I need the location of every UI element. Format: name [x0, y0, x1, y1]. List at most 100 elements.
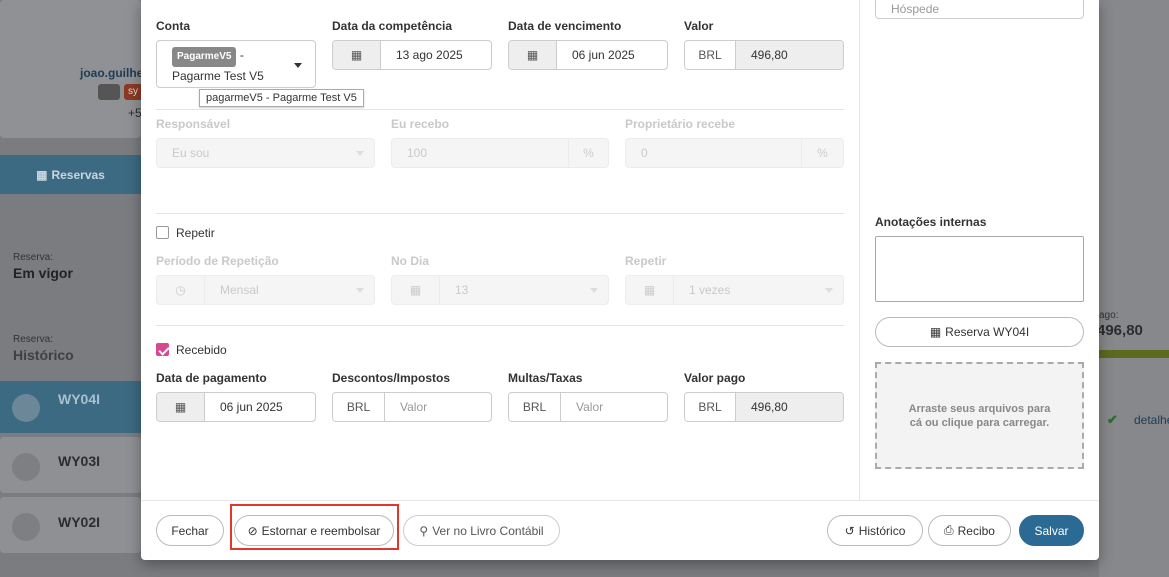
- reservas-tab[interactable]: ▦ Reservas: [0, 155, 141, 194]
- salvar-button[interactable]: Salvar: [1019, 515, 1084, 546]
- no-dia-label: No Dia: [391, 254, 430, 268]
- reserva-button[interactable]: ▦ Reserva WY04I: [875, 317, 1084, 347]
- vencimento-label: Data de vencimento: [508, 19, 622, 33]
- estornar-button[interactable]: ⊘ Estornar e reembolsar: [234, 515, 394, 546]
- globe-icon: [12, 394, 40, 422]
- eu-recebo-field[interactable]: 100 %: [391, 138, 609, 168]
- historico-label: Histórico: [858, 523, 906, 538]
- recibo-button[interactable]: ⎙ Recibo: [928, 515, 1011, 546]
- valor-value: 496,80: [736, 41, 843, 69]
- status2-label: Reserva:: [13, 334, 54, 345]
- conta-dash: -: [239, 48, 244, 62]
- currency-addon: BRL: [509, 393, 561, 421]
- footer-divider: [141, 500, 1099, 501]
- conta-tooltip: pagarmeV5 - Pagarme Test V5: [199, 89, 364, 107]
- descontos-input[interactable]: Valor: [385, 400, 491, 414]
- chevron-down-icon: [356, 150, 364, 156]
- ban-icon: ⊘: [247, 523, 258, 538]
- reservation-code: WY04I: [58, 391, 101, 407]
- calendar-icon: ▦: [157, 393, 205, 421]
- valor-field[interactable]: BRL 496,80: [684, 40, 844, 70]
- currency-addon: BRL: [333, 393, 385, 421]
- periodo-label: Período de Repetição: [156, 254, 279, 268]
- data-pagamento-field[interactable]: ▦ 06 jun 2025: [156, 392, 316, 422]
- currency-addon: BRL: [685, 41, 736, 69]
- search-icon: ⚲: [419, 523, 429, 538]
- percent-addon: %: [801, 139, 843, 167]
- reserva-button-label: Reserva WY04I: [945, 325, 1030, 339]
- payment-modal: Conta PagarmeV5 - Pagarme Test V5 pagarm…: [141, 0, 1099, 560]
- descontos-field[interactable]: BRL Valor: [332, 392, 492, 422]
- dropzone-text: Arraste seus arquivos para cá ou clique …: [908, 402, 1051, 429]
- reservas-tab-label: Reservas: [51, 167, 105, 182]
- chevron-down-icon: [825, 287, 833, 293]
- fechar-button[interactable]: Fechar: [156, 515, 224, 546]
- recebido-checkbox[interactable]: [156, 343, 169, 356]
- anotacoes-textarea[interactable]: [875, 236, 1084, 302]
- valor-pago-value: 496,80: [736, 393, 843, 421]
- calendar-icon: ▦: [333, 41, 381, 69]
- livro-label: Ver no Livro Contábil: [432, 523, 544, 538]
- hospede-input[interactable]: Hóspede: [875, 0, 1084, 19]
- fechar-label: Fechar: [171, 523, 209, 538]
- conta-name: Pagarme Test V5: [172, 69, 264, 83]
- right-amount: 496,80: [1097, 322, 1143, 339]
- responsavel-value: Eu sou: [172, 146, 210, 160]
- divider: [156, 109, 844, 110]
- status2-value: Histórico: [13, 347, 74, 363]
- estornar-label: Estornar e reembolsar: [261, 523, 381, 538]
- eu-recebo-label: Eu recebo: [391, 117, 450, 131]
- file-dropzone[interactable]: Arraste seus arquivos para cá ou clique …: [875, 362, 1084, 469]
- data-pagamento-label: Data de pagamento: [156, 371, 267, 385]
- periodo-select[interactable]: ◷ Mensal: [156, 275, 375, 305]
- conta-select[interactable]: PagarmeV5 - Pagarme Test V5: [156, 40, 316, 88]
- check-icon: ✔: [1107, 412, 1118, 427]
- vencimento-date-field[interactable]: ▦ 06 jun 2025: [508, 40, 668, 70]
- user-name: joao.guilhe: [80, 66, 144, 80]
- recibo-label: Recibo: [957, 523, 995, 538]
- data-pagamento-value: 06 jun 2025: [220, 400, 283, 414]
- anotacoes-label: Anotações internas: [875, 215, 987, 229]
- multas-label: Multas/Taxas: [508, 371, 583, 385]
- detail-link[interactable]: detalhe: [1134, 413, 1169, 427]
- livro-contabil-button[interactable]: ⚲ Ver no Livro Contábil: [403, 515, 560, 546]
- repetir-checkbox[interactable]: [156, 226, 169, 239]
- status1-label: Reserva:: [13, 252, 54, 263]
- reservation-code: WY02I: [58, 514, 101, 530]
- hospede-placeholder: Hóspede: [891, 1, 940, 16]
- divider: [156, 325, 844, 326]
- competencia-value: 13 ago 2025: [396, 48, 463, 62]
- history-icon: ↺: [844, 523, 855, 538]
- descontos-label: Descontos/Impostos: [332, 371, 451, 385]
- competencia-date-field[interactable]: ▦ 13 ago 2025: [332, 40, 492, 70]
- proprietario-field[interactable]: 0 %: [625, 138, 844, 168]
- calendar-icon: ▦: [36, 167, 48, 182]
- repetir-vezes-select[interactable]: ▦ 1 vezes: [625, 275, 844, 305]
- right-panel: [1099, 0, 1169, 577]
- conta-label: Conta: [156, 19, 190, 33]
- chevron-down-icon: [294, 63, 302, 68]
- calendar-icon: ▦: [929, 325, 942, 339]
- no-dia-select[interactable]: ▦ 13: [391, 275, 609, 305]
- proprietario-label: Proprietário recebe: [625, 117, 736, 131]
- print-icon: ⎙: [944, 523, 954, 537]
- percent-addon: %: [568, 139, 608, 167]
- responsavel-select[interactable]: Eu sou: [156, 138, 375, 168]
- tag-badge: sy: [124, 84, 141, 100]
- historico-button[interactable]: ↺ Histórico: [827, 515, 923, 546]
- multas-input[interactable]: Valor: [561, 400, 667, 414]
- salvar-label: Salvar: [1034, 523, 1069, 538]
- clock-icon: ◷: [157, 276, 205, 304]
- reservation-code: WY03I: [58, 453, 101, 469]
- multas-field[interactable]: BRL Valor: [508, 392, 668, 422]
- calendar-icon: ▦: [509, 41, 557, 69]
- conta-badge: PagarmeV5: [172, 47, 237, 67]
- valor-label: Valor: [684, 19, 714, 33]
- no-dia-value: 13: [455, 283, 469, 297]
- repetir-vezes-value: 1 vezes: [689, 283, 731, 297]
- repetir-label[interactable]: Repetir: [176, 226, 215, 240]
- recebido-label[interactable]: Recebido: [176, 343, 227, 357]
- valor-pago-field[interactable]: BRL 496,80: [684, 392, 844, 422]
- proprietario-value: 0: [641, 146, 648, 160]
- globe-badge-icon: [98, 84, 120, 100]
